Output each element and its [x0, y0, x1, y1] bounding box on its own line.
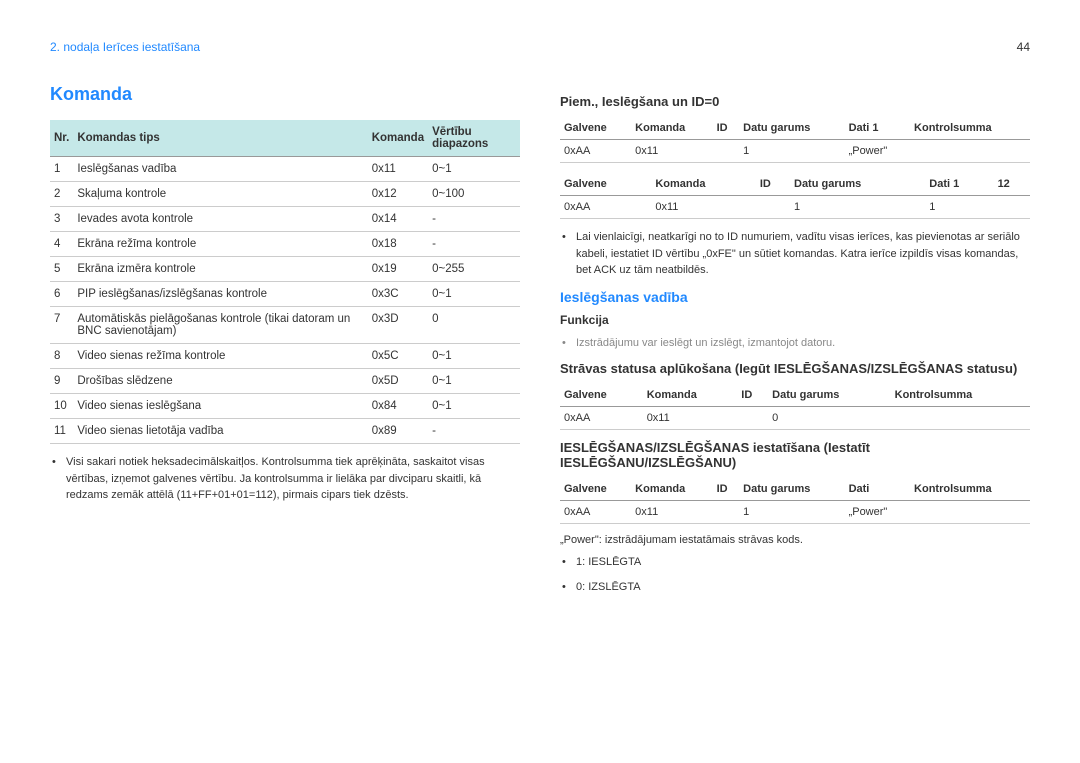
status-heading: Strāvas statusa aplūkošana (Iegūt IESLĒG… — [560, 361, 1030, 376]
example-table-1: GalveneKomandaIDDatu garumsDati 1Kontrol… — [560, 117, 1030, 163]
table-row: 0xAA0x111„Power" — [560, 140, 1030, 163]
example-table-2: GalveneKomandaIDDatu garumsDati 112 0xAA… — [560, 173, 1030, 219]
col-tips: Komandas tips — [73, 120, 367, 157]
right-column: Piem., Ieslēgšana un ID=0 GalveneKomanda… — [560, 84, 1030, 603]
table-row: 9Drošības slēdzene0x5D0~1 — [50, 369, 520, 394]
col-komanda: Komanda — [368, 120, 428, 157]
col-nr: Nr. — [50, 120, 73, 157]
table-row: 8Video sienas režīma kontrole0x5C0~1 — [50, 344, 520, 369]
right-note-1: Lai vienlaicīgi, neatkarīgi no to ID num… — [576, 229, 1030, 279]
table-row: 0xAA0x1111 — [560, 196, 1030, 219]
example-title: Piem., Ieslēgšana un ID=0 — [560, 94, 1030, 109]
page-number: 44 — [1017, 40, 1030, 54]
table-row: 7Automātiskās pielāgošanas kontrole (tik… — [50, 307, 520, 344]
commands-table: Nr. Komandas tips Komanda Vērtību diapaz… — [50, 120, 520, 444]
col-range: Vērtību diapazons — [428, 120, 520, 157]
chapter-label: 2. nodaļa Ierīces iestatīšana — [50, 40, 1030, 54]
power-control-title: Ieslēgšanas vadība — [560, 289, 1030, 305]
komanda-title: Komanda — [50, 84, 520, 105]
main-content: Komanda Nr. Komandas tips Komanda Vērtīb… — [50, 84, 1030, 603]
table-row: 2Skaļuma kontrole0x120~100 — [50, 182, 520, 207]
table-row: 3Ievades avota kontrole0x14- — [50, 207, 520, 232]
table-row: 10Video sienas ieslēgšana0x840~1 — [50, 394, 520, 419]
table-row: 1Ieslēgšanas vadība0x110~1 — [50, 157, 520, 182]
table-row: 5Ekrāna izmēra kontrole0x190~255 — [50, 257, 520, 282]
power-1: 1: IESLĒGTA — [576, 554, 1030, 571]
table-row: 6PIP ieslēgšanas/izslēgšanas kontrole0x3… — [50, 282, 520, 307]
status-table: GalveneKomandaIDDatu garumsKontrolsumma … — [560, 384, 1030, 430]
power-desc: „Power": izstrādājumam iestatāmais strāv… — [560, 534, 1030, 546]
table-row: 0xAA0x111„Power" — [560, 501, 1030, 524]
table-row: 11Video sienas lietotāja vadība0x89- — [50, 419, 520, 444]
set-table: GalveneKomandaIDDatu garumsDatiKontrolsu… — [560, 478, 1030, 524]
left-note: Visi sakari notiek heksadecimālskaitļos.… — [66, 454, 520, 504]
set-heading: IESLĒGŠANAS/IZSLĒGŠANAS iestatīšana (Ies… — [560, 440, 1030, 470]
left-column: Komanda Nr. Komandas tips Komanda Vērtīb… — [50, 84, 520, 603]
table-row: 4Ekrāna režīma kontrole0x18- — [50, 232, 520, 257]
power-0: 0: IZSLĒGTA — [576, 579, 1030, 596]
function-label: Funkcija — [560, 313, 1030, 327]
table-row: 0xAA0x110 — [560, 407, 1030, 430]
function-text: Izstrādājumu var ieslēgt un izslēgt, izm… — [576, 335, 1030, 352]
